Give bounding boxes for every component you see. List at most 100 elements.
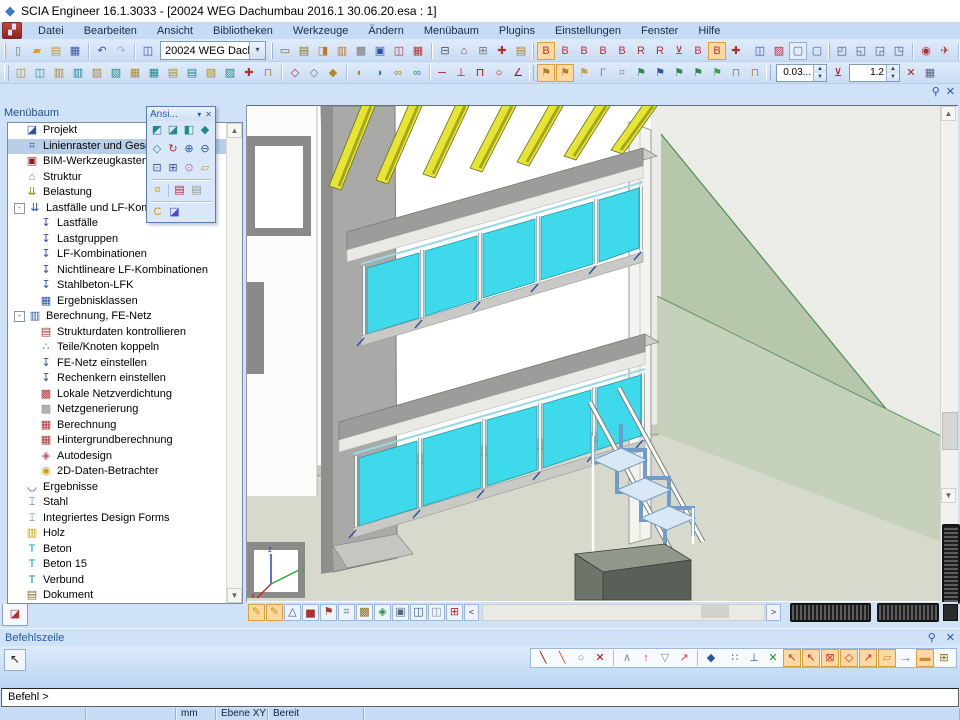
pin-icon[interactable]: ⚲ [928,631,936,644]
document-icon[interactable]: ▣ [371,42,389,60]
member-curve-icon[interactable]: R [651,42,669,60]
surface-display-icon[interactable]: ▩ [356,604,373,621]
snap-table-icon[interactable]: ⊞ [935,649,953,667]
snap-midpoint-icon[interactable]: ↖ [802,649,820,667]
wireframe-toggle-icon[interactable]: ✎ [248,604,265,621]
scroll-down-icon[interactable]: ▼ [227,588,242,603]
fast-adjust-1-icon[interactable]: ◇ [286,64,304,82]
tree-item-nichtlineare-lf-kombinationen[interactable]: ↧Nichtlineare LF-Kombinationen [8,263,242,279]
snap-delete-icon[interactable]: ✕ [591,649,609,667]
view-zoom-bar[interactable] [877,603,939,622]
menu-menübaum[interactable]: Menübaum [414,23,489,39]
labels-display-icon[interactable]: ⚑ [320,604,337,621]
reverse-member-icon[interactable]: R [632,42,650,60]
scroll-right-icon[interactable]: > [766,604,781,621]
menu-fenster[interactable]: Fenster [631,23,688,39]
angle-tool-icon[interactable]: ∠ [509,64,527,82]
close-icon[interactable]: ✕ [205,110,212,119]
rotate-view-icon[interactable]: ◇ [149,141,165,158]
tree-item-ergebnisse[interactable]: ◡Ergebnisse [8,480,242,496]
menu-hilfe[interactable]: Hilfe [688,23,730,39]
project-combobox[interactable]: 20024 WEG Dachu ▾ [160,41,266,60]
picture-gallery-icon[interactable]: ▥ [333,42,351,60]
show-member-system-icon[interactable]: ▦ [126,64,144,82]
view-y-icon[interactable]: ◪ [165,122,181,139]
view-pan-bar[interactable] [790,603,871,622]
fast-adjust-3-icon[interactable]: ◆ [324,64,342,82]
show-axes-icon[interactable]: ▨ [221,64,239,82]
spin-up-icon[interactable]: ▲ [887,65,899,73]
chevron-down-icon[interactable]: ▾ [197,110,201,119]
view-settings-icon[interactable]: ◫ [428,604,445,621]
scroll-left-icon[interactable]: < [464,604,479,621]
filter-f4-icon[interactable]: Γ [594,64,612,82]
binocular-2-icon[interactable]: ∞ [408,64,426,82]
clip-box-icon[interactable]: ▱ [197,160,213,177]
tree-item-ergebnisklassen[interactable]: ▦Ergebnisklassen [8,294,242,310]
show-surfaces-icon[interactable]: ◫ [12,64,30,82]
view-z-icon[interactable]: ◧ [181,122,197,139]
snap-tangent-icon[interactable]: ▱ [878,649,896,667]
toolbar-grip[interactable] [271,43,273,59]
scroll-up-icon[interactable]: ▲ [227,123,242,138]
colors-c-icon[interactable]: C [149,204,166,221]
zoom-window-icon[interactable]: ⊡ [149,160,165,177]
toggle-pair-1-icon[interactable]: ◐ [351,64,369,82]
beam-internal-node-icon[interactable]: B [556,42,574,60]
print-preview-icon[interactable]: ⌂ [455,42,473,60]
visibility-f8-icon[interactable]: ▢ [808,42,826,60]
snap-angle-icon[interactable]: ∧ [618,649,636,667]
tree-scrollbar[interactable]: ▲ ▼ [226,123,242,603]
menu-ansicht[interactable]: Ansicht [147,23,203,39]
text-display-icon[interactable]: ⌗ [338,604,355,621]
snap-node-icon[interactable]: ◇ [840,649,858,667]
spin-down-icon[interactable]: ▼ [814,73,826,81]
tree-item-lf-kombinationen[interactable]: ↧LF-Kombinationen [8,247,242,263]
tree-item-stahl[interactable]: ⌶Stahl [8,495,242,511]
extend-member-icon[interactable]: B [689,42,707,60]
show-node-labels-icon[interactable]: ▤ [164,64,182,82]
show-member-labels-icon[interactable]: ▦ [145,64,163,82]
scroll-down-icon[interactable]: ▼ [941,488,956,503]
tree-item-berechnung[interactable]: ▦Berechnung [8,418,242,434]
view-x-icon[interactable]: ◩ [149,122,165,139]
cursor-tool-button[interactable]: ↖ [4,649,26,671]
show-rendering-icon[interactable]: ◫ [31,64,49,82]
render-settings-icon[interactable]: ▤ [171,182,188,199]
engineering-report-icon[interactable]: ✚ [493,42,511,60]
tree-item-teile-knoten-koppeln[interactable]: ∴Teile/Knoten koppeln [8,340,242,356]
toolbar-grip[interactable] [532,43,534,59]
tree-item-integriertes-design-forms[interactable]: ⌶Integriertes Design Forms [8,511,242,527]
results-display-icon[interactable]: ▅ [302,604,319,621]
filter-f7-icon[interactable]: ⚑ [651,64,669,82]
toolbar-grip[interactable] [4,65,9,81]
viewport-hscrollbar[interactable] [482,604,765,621]
project-browser-icon[interactable]: ◫ [139,42,157,60]
window-corner-3-icon[interactable]: ◲ [871,42,889,60]
perpendicular-tool-icon[interactable]: ⊥ [452,64,470,82]
cross-snap-icon[interactable]: ✕ [764,649,782,667]
snap-free-line-icon[interactable]: ╲ [553,649,571,667]
close-icon[interactable]: ✕ [946,631,955,644]
printer-icon[interactable]: ⊟ [436,42,454,60]
table-editor-icon[interactable]: ◫ [390,42,408,60]
tree-item-fe-netz-einstellen[interactable]: ↧FE-Netz einstellen [8,356,242,372]
snap-line-point-icon[interactable]: → [897,649,915,667]
table-results-icon[interactable]: ▦ [409,42,427,60]
show-supports-icon[interactable]: ▥ [69,64,87,82]
visibility-f7-icon[interactable]: ▢ [789,42,807,60]
zoom-all-icon[interactable]: ⊞ [165,160,181,177]
walk-mode-icon[interactable]: ↻ [165,141,181,158]
snap-intersection-icon[interactable]: ⊠ [821,649,839,667]
snap-line-icon[interactable]: ╲ [534,649,552,667]
tree-item-hintergrundberechnung[interactable]: ▦Hintergrundberechnung [8,433,242,449]
zoom-in-icon[interactable]: ⊕ [181,141,197,158]
fast-adjust-2-icon[interactable]: ◇ [305,64,323,82]
hscroll-thumb[interactable] [701,605,729,618]
show-thickness-icon[interactable]: ▥ [50,64,68,82]
snap-cursor-icon[interactable]: ◆ [702,649,720,667]
line-tool-icon[interactable]: ─ [433,64,451,82]
save-icon[interactable]: ▦ [66,42,84,60]
layers-icon[interactable]: ▤ [295,42,313,60]
menu-werkzeuge[interactable]: Werkzeuge [283,23,358,39]
